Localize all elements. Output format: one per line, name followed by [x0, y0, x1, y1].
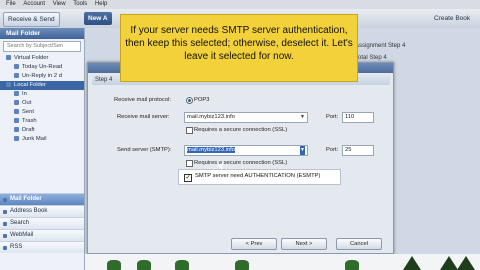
search-icon [3, 222, 7, 226]
pop3-label: POP3 [194, 97, 210, 103]
send-ssl-label: Requires a secure connection (SSL) [194, 160, 288, 166]
left-panel: Mail Folder Search by Subject/Sen Virtua… [0, 28, 85, 270]
sent-icon [14, 108, 19, 114]
mail-folder-header: Mail Folder [0, 28, 84, 39]
receive-port-input[interactable]: 110 [342, 112, 374, 123]
menu-view[interactable]: View [53, 1, 66, 7]
receive-server-label: Receive mail server: [117, 114, 170, 120]
draft-icon [14, 126, 19, 132]
tree-item-draft[interactable]: Draft [0, 126, 84, 135]
nav-webmail[interactable]: WebMail [0, 229, 84, 241]
trash-icon [14, 117, 19, 123]
tree-item-today-unread[interactable]: Today Un-Read [0, 63, 84, 72]
prev-button[interactable]: < Prev [231, 238, 277, 250]
screenshot-frame: File Account View Tools Help Receive & S… [0, 0, 480, 270]
menu-file[interactable]: File [6, 1, 16, 7]
address-book-icon [3, 210, 7, 214]
tree-item-local-folder[interactable]: Local Folder [0, 81, 84, 90]
menu-help[interactable]: Help [95, 1, 107, 7]
tree-item-in[interactable]: In [0, 90, 84, 99]
folder-search-input[interactable]: Search by Subject/Sen [3, 41, 81, 52]
tree-item-sent[interactable]: Sent [0, 108, 84, 117]
rss-icon [3, 246, 7, 250]
outbox-icon [14, 99, 19, 105]
tree-decoration [403, 256, 421, 270]
desktop-strip [85, 254, 480, 270]
nav-mail-folder[interactable]: Mail Folder [0, 193, 84, 205]
receive-ssl-label: Requires a secure connection (SSL) [194, 127, 288, 133]
menu-bar: File Account View Tools Help [0, 0, 480, 9]
new-button[interactable]: New A [84, 12, 112, 25]
smtp-auth-option[interactable]: ✓ SMTP server need AUTHENTICATION (ESMTP… [178, 169, 341, 185]
folder-icon [6, 54, 11, 60]
folder-icon [6, 81, 11, 87]
junk-icon [14, 135, 19, 141]
tree-item-virtual-folder[interactable]: Virtual Folder [0, 54, 84, 63]
folder-icon [14, 63, 19, 69]
mail-folder-icon [3, 198, 7, 202]
chevron-down-icon[interactable]: ▼ [300, 146, 305, 155]
menu-account[interactable]: Account [23, 1, 45, 7]
pop3-radio[interactable] [186, 97, 193, 104]
shrub-decoration [107, 260, 121, 270]
receive-protocol-label: Receive mail protocol: [114, 97, 172, 103]
tree-decoration [457, 256, 475, 270]
chevron-down-icon[interactable]: ▼ [300, 113, 305, 122]
cancel-button[interactable]: Cancel [336, 238, 382, 250]
smtp-auth-checkbox[interactable]: ✓ [184, 174, 192, 182]
send-port-input[interactable]: 25 [342, 145, 374, 156]
receive-send-button[interactable]: Receive & Send [3, 12, 60, 27]
shrub-decoration [137, 260, 151, 270]
tree-decoration [440, 256, 458, 270]
shrub-decoration [345, 260, 359, 270]
folder-icon [14, 72, 19, 78]
account-wizard-dialog: Step 4 [87, 62, 394, 254]
assignment-step: Assignment Step 4 [355, 43, 406, 49]
send-server-input[interactable]: mail.mybiz123.info ▼ [184, 145, 308, 156]
send-port-label: Port: [326, 147, 339, 153]
send-server-label: Send server (SMTP): [117, 147, 172, 153]
receive-ssl-checkbox[interactable] [186, 127, 193, 134]
tree-item-out[interactable]: Out [0, 99, 84, 108]
tree-item-junk[interactable]: Junk Mail [0, 135, 84, 144]
receive-port-label: Port: [326, 114, 339, 120]
webmail-icon [3, 234, 7, 238]
smtp-auth-label: SMTP server need AUTHENTICATION (ESMTP) [195, 173, 321, 179]
tree-item-unreply[interactable]: Un-Reply in 2 d [0, 72, 84, 81]
annotation-note: If your server needs SMTP server authent… [120, 14, 358, 82]
tree-item-trash[interactable]: Trash [0, 117, 84, 126]
shrub-decoration [235, 260, 249, 270]
next-button[interactable]: Next > [281, 238, 327, 250]
step-info: Assignment Step 4 Total Step 4 [355, 40, 405, 64]
annotation-text: If your server needs SMTP server authent… [125, 25, 353, 62]
menu-tools[interactable]: Tools [73, 1, 87, 7]
send-ssl-checkbox[interactable] [186, 160, 193, 167]
nav-address-book[interactable]: Address Book [0, 205, 84, 217]
left-nav: Mail Folder Address Book Search WebMail … [0, 193, 84, 253]
shrub-decoration [175, 260, 189, 270]
nav-rss[interactable]: RSS [0, 241, 84, 253]
nav-search[interactable]: Search [0, 217, 84, 229]
inbox-icon [14, 90, 19, 96]
receive-server-input[interactable]: mail.mybiz123.info ▼ [184, 112, 308, 123]
create-book-button[interactable]: Create Book [430, 12, 474, 25]
